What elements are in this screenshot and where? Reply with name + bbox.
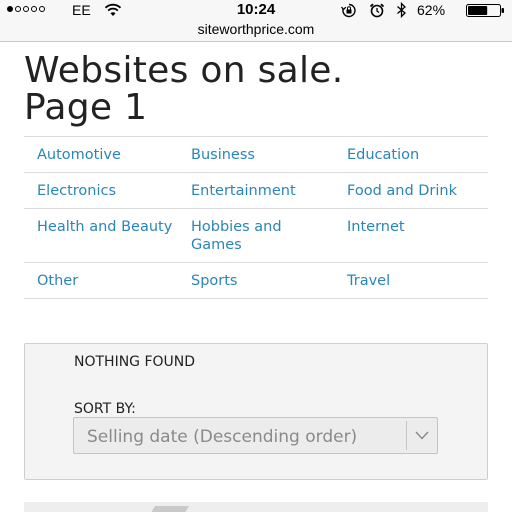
bluetooth-icon bbox=[397, 2, 406, 18]
category-link-education[interactable]: Education bbox=[334, 146, 488, 164]
select-divider bbox=[406, 421, 407, 450]
url-text: siteworthprice.com bbox=[197, 21, 315, 37]
alarm-icon bbox=[369, 3, 385, 18]
category-link-travel[interactable]: Travel bbox=[334, 272, 488, 290]
battery-icon bbox=[466, 4, 504, 17]
next-section-preview bbox=[24, 502, 488, 512]
category-link-sports[interactable]: Sports bbox=[178, 272, 334, 290]
status-bar: EE 10:24 62% bbox=[0, 0, 512, 20]
category-link-internet[interactable]: Internet bbox=[334, 218, 488, 254]
page-content: Websites on sale. Page 1 Automotive Busi… bbox=[24, 52, 488, 299]
category-row: Automotive Business Education bbox=[24, 137, 488, 173]
sort-selected-value: Selling date (Descending order) bbox=[87, 427, 358, 447]
sort-select[interactable]: Selling date (Descending order) bbox=[73, 417, 438, 454]
category-link-automotive[interactable]: Automotive bbox=[24, 146, 178, 164]
page-title: Websites on sale. Page 1 bbox=[24, 52, 488, 126]
battery-percent: 62% bbox=[417, 2, 446, 18]
category-link-electronics[interactable]: Electronics bbox=[24, 182, 178, 200]
category-row: Other Sports Travel bbox=[24, 263, 488, 299]
category-link-health-and-beauty[interactable]: Health and Beauty bbox=[24, 218, 178, 254]
category-grid: Automotive Business Education Electronic… bbox=[24, 136, 488, 299]
category-link-food-and-drink[interactable]: Food and Drink bbox=[334, 182, 488, 200]
category-link-other[interactable]: Other bbox=[24, 272, 178, 290]
category-link-business[interactable]: Business bbox=[178, 146, 334, 164]
category-link-hobbies-and-games[interactable]: Hobbies and Games bbox=[178, 218, 334, 254]
page-title-line1: Websites on sale. bbox=[24, 50, 344, 91]
nothing-found-message: NOTHING FOUND bbox=[74, 354, 196, 370]
results-panel: NOTHING FOUND SORT BY: Selling date (Des… bbox=[24, 343, 488, 480]
sort-by-label: SORT BY: bbox=[74, 401, 136, 417]
preview-image bbox=[149, 506, 189, 512]
url-bar[interactable]: siteworthprice.com bbox=[0, 20, 512, 42]
category-link-entertainment[interactable]: Entertainment bbox=[178, 182, 334, 200]
chevron-down-icon bbox=[415, 431, 429, 440]
rotation-lock-icon bbox=[341, 3, 356, 18]
category-row: Health and Beauty Hobbies and Games Inte… bbox=[24, 209, 488, 263]
page-title-line2: Page 1 bbox=[24, 87, 148, 128]
browser-screen: EE 10:24 62% siteworthprice.com Websites… bbox=[0, 0, 512, 512]
category-row: Electronics Entertainment Food and Drink bbox=[24, 173, 488, 209]
